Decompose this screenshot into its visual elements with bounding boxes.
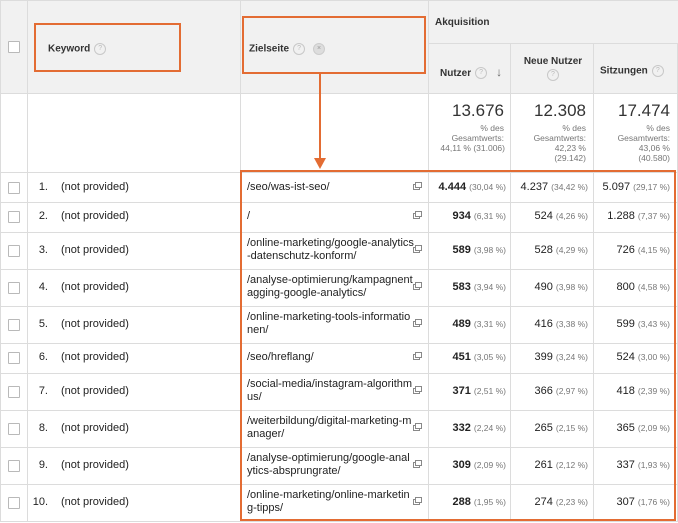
new-users-total-share: 42,23 % <box>554 143 586 153</box>
users-total-share: 44,11 % (31.006) <box>440 143 505 153</box>
row-checkbox[interactable] <box>8 281 20 294</box>
row-rank: 8. <box>38 421 48 434</box>
sessions-column-header[interactable]: Sitzungen? <box>600 65 664 77</box>
row-checkbox[interactable] <box>8 459 20 472</box>
keyword-cell[interactable]: (not provided) <box>61 385 129 397</box>
help-icon[interactable]: ? <box>651 65 664 77</box>
row-checkbox[interactable] <box>8 211 20 223</box>
row-rank: 10. <box>32 495 48 508</box>
keyword-cell[interactable]: (not provided) <box>61 459 129 471</box>
new-users-header-label: Neue Nutzer <box>523 56 583 67</box>
grid-line <box>0 0 1 521</box>
row-rank: 4. <box>38 280 48 293</box>
keyword-cell[interactable]: (not provided) <box>61 281 129 293</box>
new-users-total-caption: % des <box>562 123 586 133</box>
acquisition-group-header: Akquisition <box>435 17 490 28</box>
sessions-total-value: 17.474 <box>618 101 670 120</box>
users-total: 13.676 % des Gesamtwerts: 44,11 % (31.00… <box>430 101 505 153</box>
landing-page-highlight-box <box>242 16 426 74</box>
row-rank: 9. <box>38 458 48 471</box>
users-total-caption: Gesamtwerts: <box>451 133 504 143</box>
new-users-column-header[interactable]: Neue Nutzer ? <box>514 56 592 81</box>
row-checkbox[interactable] <box>8 496 20 509</box>
select-all-checkbox[interactable] <box>8 41 20 53</box>
row-checkbox[interactable] <box>8 318 20 331</box>
row-checkbox[interactable] <box>8 352 20 364</box>
row-rank: 5. <box>38 317 48 330</box>
new-users-total: 12.308 % des Gesamtwerts: 42,23 % (29.14… <box>512 101 586 163</box>
keyword-cell[interactable]: (not provided) <box>61 318 129 330</box>
sessions-header-label: Sitzungen <box>600 65 648 77</box>
help-icon[interactable]: ? <box>547 69 559 81</box>
keyword-cell[interactable]: (not provided) <box>61 244 129 256</box>
sessions-total-share: 43,06 % <box>638 143 670 153</box>
sessions-total-caption: Gesamtwerts: <box>617 133 670 143</box>
keyword-cell[interactable]: (not provided) <box>61 210 129 222</box>
keyword-highlight-box <box>34 23 181 72</box>
users-header-label: Nutzer <box>440 68 472 79</box>
row-checkbox[interactable] <box>8 422 20 435</box>
grid-line <box>0 521 678 522</box>
new-users-total-share: (29.142) <box>554 153 586 163</box>
rows-highlight-box <box>240 170 676 521</box>
grid-line <box>428 43 678 44</box>
row-checkbox[interactable] <box>8 244 20 257</box>
grid-line <box>27 0 28 521</box>
sessions-total-caption: % des <box>646 123 670 133</box>
sort-descending-icon[interactable]: ↓ <box>496 65 502 79</box>
row-rank: 7. <box>38 384 48 397</box>
grid-line <box>0 0 678 1</box>
annotation-arrow <box>314 72 326 169</box>
row-rank: 2. <box>38 210 48 222</box>
row-rank: 3. <box>38 243 48 256</box>
keyword-cell[interactable]: (not provided) <box>61 351 129 363</box>
sessions-total-share: (40.580) <box>638 153 670 163</box>
row-checkbox[interactable] <box>8 181 20 194</box>
new-users-total-value: 12.308 <box>534 101 586 120</box>
keyword-cell[interactable]: (not provided) <box>61 496 129 508</box>
keyword-cell[interactable]: (not provided) <box>61 422 129 434</box>
row-checkbox[interactable] <box>8 385 20 398</box>
users-column-header[interactable]: Nutzer? ↓ <box>440 65 502 80</box>
row-rank: 6. <box>38 351 48 363</box>
users-total-caption: % des <box>480 123 504 133</box>
users-total-value: 13.676 <box>452 101 504 120</box>
new-users-total-caption: Gesamtwerts: <box>533 133 586 143</box>
row-rank: 1. <box>38 180 48 193</box>
grid-line <box>0 93 678 94</box>
help-icon[interactable]: ? <box>475 67 488 80</box>
sessions-total: 17.474 % des Gesamtwerts: 43,06 % (40.58… <box>594 101 670 163</box>
keyword-cell[interactable]: (not provided) <box>61 181 129 193</box>
